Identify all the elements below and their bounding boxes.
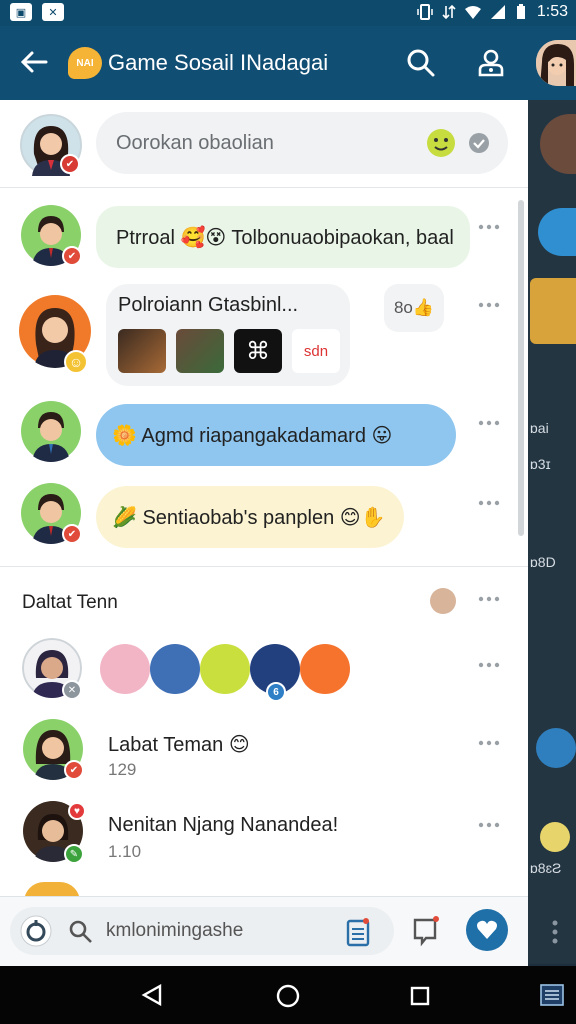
section-title: Daltat Tenn: [22, 592, 118, 613]
more-options-icon[interactable]: [478, 224, 500, 230]
back-icon[interactable]: [140, 984, 164, 1006]
section-avatar[interactable]: [430, 588, 456, 614]
more-options-icon[interactable]: [478, 740, 500, 746]
home-icon[interactable]: [276, 984, 300, 1008]
more-options-icon[interactable]: [478, 500, 500, 506]
profile-icon[interactable]: [476, 48, 506, 78]
compose-placeholder: Oorokan obaolian: [116, 132, 274, 154]
status-bar: ▣ ✕ 1:53: [0, 0, 576, 26]
friend-avatar-badge: 6: [266, 682, 286, 702]
media-thumb[interactable]: [118, 329, 166, 373]
section-divider: [0, 566, 528, 567]
bottom-bar: kmlonimingashe: [0, 896, 528, 966]
navigation-bar: [0, 966, 576, 1024]
compose-area: ✔ Oorokan obaolian: [0, 100, 528, 188]
post-avatar-badge: ✔: [62, 246, 82, 266]
image-icon: ▣: [10, 3, 32, 21]
battery-icon: [516, 4, 525, 19]
chat-bubble[interactable]: 🌽 Sentiaobab's panplen 😊✋: [96, 486, 404, 548]
side-emoji-icon[interactable]: [538, 208, 576, 256]
emoji-icon[interactable]: [426, 128, 456, 158]
post-avatar[interactable]: [20, 400, 82, 462]
bottom-search-placeholder: kmlonimingashe: [106, 920, 244, 941]
brand-icon: ✕: [42, 3, 64, 21]
user-avatar[interactable]: [536, 40, 576, 86]
search-icon[interactable]: [68, 919, 94, 945]
group-avatar-badge: ✕: [62, 680, 82, 700]
friend-count: 129: [108, 760, 137, 779]
friend-avatar[interactable]: [100, 644, 150, 694]
app-logo-text: NAI: [76, 57, 94, 69]
more-options-icon[interactable]: [478, 302, 500, 308]
check-icon[interactable]: [468, 132, 490, 154]
keyboard-icon[interactable]: [540, 984, 564, 1006]
media-thumb[interactable]: ⌘: [234, 329, 282, 373]
chat-message: Ptrroal 🥰😵 Tolbonuaobipaokan, baal: [116, 226, 454, 249]
app-logo: NAI: [68, 47, 102, 79]
search-icon[interactable]: [406, 48, 436, 78]
friend-avatar-badge: ♥: [68, 802, 86, 820]
app-bar: NAI Game Sosail INadagai: [0, 26, 576, 100]
chat-message: Polroiann Gtasbinl...: [118, 294, 299, 316]
compose-input[interactable]: Oorokan obaolian: [96, 112, 508, 174]
chat-bubble[interactable]: Ptrroal 🥰😵 Tolbonuaobipaokan, baal: [96, 206, 470, 268]
main-panel: ✔ Oorokan obaolian ✔ Ptrroal 🥰😵 Tolbonua…: [0, 100, 528, 966]
media-thumb[interactable]: sdn: [292, 329, 340, 373]
scrollbar[interactable]: [518, 200, 524, 536]
side-label-3: ɒ8D: [530, 554, 556, 570]
post-avatar-badge: ✔: [62, 524, 82, 544]
side-smile-icon[interactable]: [536, 728, 576, 768]
wifi-icon: [464, 6, 481, 19]
clock: 1:53: [536, 3, 568, 20]
more-options-icon[interactable]: [478, 822, 500, 828]
data-icon: [442, 4, 456, 20]
side-label-1: ɒai: [530, 420, 549, 436]
media-text: sdn: [303, 342, 329, 360]
emoji-avatar[interactable]: [300, 644, 350, 694]
friend-avatar[interactable]: [200, 644, 250, 694]
friend-avatar-badge: ✔: [64, 760, 84, 780]
reaction-text: 8o👍: [393, 298, 435, 317]
more-options-icon[interactable]: [478, 420, 500, 426]
side-label-2: ɒ3ɪ: [530, 456, 551, 472]
side-image[interactable]: [530, 278, 576, 344]
bottom-search-field[interactable]: kmlonimingashe: [10, 907, 394, 955]
friend-name[interactable]: Nenitan Njang Nanandea!: [108, 814, 338, 837]
side-label-4: ɒ8ɛƧ: [530, 860, 562, 876]
friend-count: 1.10: [108, 842, 142, 861]
chat-message: 🌼 Agmd riapangakadamard 😛: [112, 424, 393, 447]
chat-bubble[interactable]: 🌼 Agmd riapangakadamard 😛: [96, 404, 456, 466]
recents-icon[interactable]: [410, 986, 430, 1006]
more-options-icon[interactable]: [478, 662, 500, 668]
heart-icon: [477, 920, 497, 939]
friend-name[interactable]: Labat Teman 😊: [108, 732, 250, 757]
vibrate-icon: [417, 4, 433, 20]
compose-avatar[interactable]: ✔: [20, 114, 82, 176]
chat-message: 🌽 Sentiaobab's panplen 😊✋: [112, 506, 386, 529]
app-title: Game Sosail INadagai: [108, 50, 329, 75]
chat-feed: ✔ Ptrroal 🥰😵 Tolbonuaobipaokan, baal ☺ P…: [0, 188, 528, 568]
favorite-button[interactable]: [466, 909, 508, 951]
friend-avatar-badge: ✎: [64, 844, 84, 864]
friend-avatar[interactable]: [150, 644, 200, 694]
signal-icon: [490, 5, 505, 19]
side-avatar[interactable]: [540, 114, 576, 174]
chat-icon[interactable]: [412, 915, 440, 947]
document-icon[interactable]: [346, 917, 372, 947]
more-options-icon[interactable]: [478, 596, 500, 602]
reaction-chip[interactable]: 8o👍: [384, 284, 444, 332]
media-thumb[interactable]: [176, 329, 224, 373]
avatar-badge: ✔: [60, 154, 80, 174]
post-avatar-badge: ☺: [64, 350, 88, 374]
back-arrow-icon[interactable]: [18, 46, 50, 78]
side-person-icon[interactable]: [540, 822, 570, 852]
side-more-icon[interactable]: [552, 920, 558, 944]
side-panel: ɒai ɒ3ɪ ɒ8D ɒ8ɛƧ: [528, 100, 576, 964]
refresh-icon[interactable]: [20, 915, 52, 947]
media-strip: ⌘ sdn: [118, 329, 340, 373]
chat-bubble[interactable]: Polroiann Gtasbinl... ⌘ sdn: [106, 284, 350, 386]
